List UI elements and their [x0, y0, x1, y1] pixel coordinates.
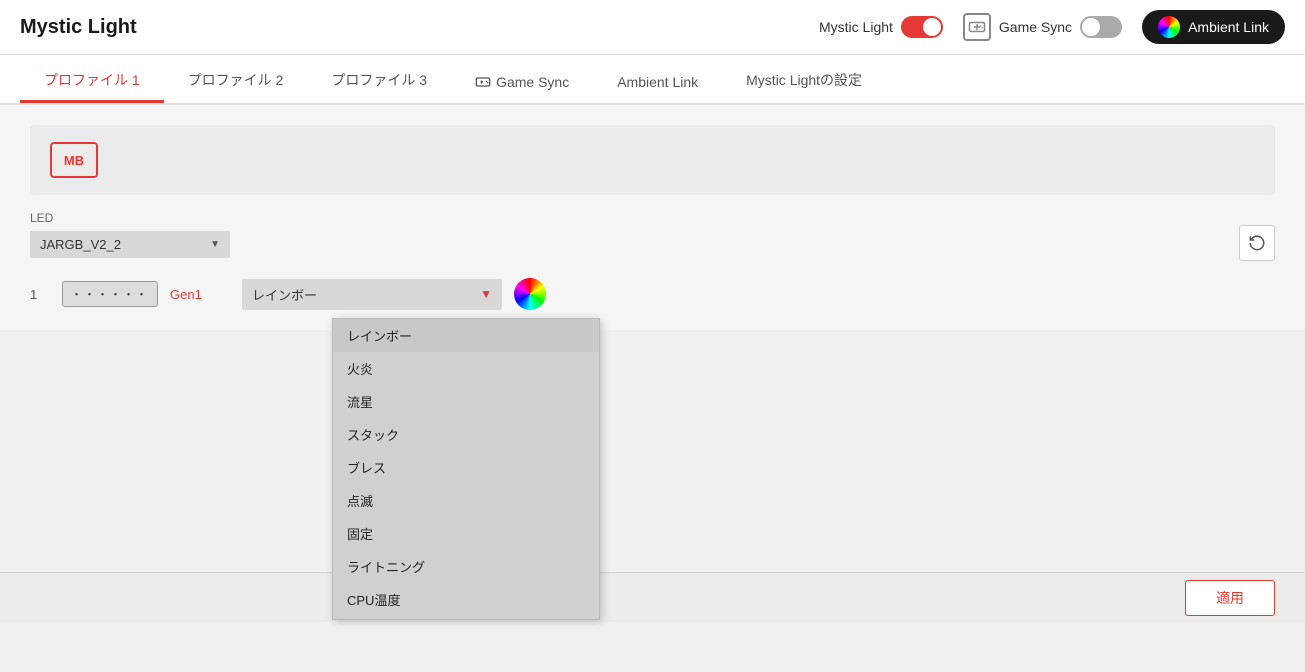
ambient-link-icon [1158, 16, 1180, 38]
list-item[interactable]: 流星 [333, 385, 599, 418]
mb-badge: MB [50, 142, 98, 178]
color-wheel-button[interactable] [514, 278, 546, 310]
led-section: LED JARGB_V2_2 ▼ [30, 211, 1275, 258]
game-sync-toggle-knob [1082, 18, 1100, 36]
list-item[interactable]: CPU温度 [333, 583, 599, 616]
tab-profile2[interactable]: プロファイル 2 [164, 60, 308, 103]
effect-dropdown-value: レインボー [252, 285, 317, 304]
apply-button[interactable]: 適用 [1185, 580, 1275, 616]
tab-profile1[interactable]: プロファイル 1 [20, 60, 164, 103]
gamesync-tab-icon [475, 74, 491, 90]
list-item[interactable]: ブレス [333, 451, 599, 484]
list-item[interactable]: スタック [333, 418, 599, 451]
list-item[interactable]: 点滅 [333, 484, 599, 517]
mystic-light-label: Mystic Light [819, 19, 893, 35]
led-label: LED [30, 211, 1275, 225]
led-strip-icon: ・・・・・・ [62, 281, 158, 307]
game-sync-toggle[interactable] [1080, 16, 1122, 38]
device-area: MB [30, 125, 1275, 195]
game-sync-icon [963, 13, 991, 41]
device-name: Gen1 [170, 287, 230, 302]
list-item[interactable]: レインボー [333, 319, 599, 352]
list-item[interactable]: 火炎 [333, 352, 599, 385]
header-controls: Mystic Light Game Sync Ambien [819, 10, 1285, 44]
tab-gamesync[interactable]: Game Sync [451, 64, 593, 103]
mystic-light-toggle[interactable] [901, 16, 943, 38]
bottom-bar: 適用 [0, 572, 1305, 622]
tabs-bar: プロファイル 1 プロファイル 2 プロファイル 3 Game Sync Amb… [0, 55, 1305, 105]
content-wrapper: プロファイル 1 プロファイル 2 プロファイル 3 Game Sync Amb… [0, 55, 1305, 622]
toggle-knob [923, 18, 941, 36]
row-number: 1 [30, 287, 50, 302]
game-sync-toggle-group: Game Sync [963, 13, 1122, 41]
reset-icon [1248, 234, 1266, 252]
tab-profile3[interactable]: プロファイル 3 [307, 60, 451, 103]
dropdown-list-container: レインボー 火炎 流星 スタック ブレス 点滅 固定 ライトニング CPU温度 … [332, 318, 600, 620]
reset-button[interactable] [1239, 225, 1275, 261]
mystic-light-toggle-group: Mystic Light [819, 16, 943, 38]
main-content: MB LED JARGB_V2_2 ▼ 1 ・・・・・・ Gen1 レ [0, 105, 1305, 330]
effect-dropdown-arrow: ▼ [480, 287, 492, 301]
list-item[interactable]: コンサート [333, 616, 599, 619]
app-title: Mystic Light [20, 16, 819, 39]
led-dropdown-value: JARGB_V2_2 [40, 237, 121, 252]
led-dropdown[interactable]: JARGB_V2_2 ▼ [30, 231, 230, 258]
led-row: 1 ・・・・・・ Gen1 レインボー ▼ レインボー 火炎 流星 スタック ブ… [30, 278, 1275, 310]
list-item[interactable]: ライトニング [333, 550, 599, 583]
ambient-link-button[interactable]: Ambient Link [1142, 10, 1285, 44]
tab-ambientlink[interactable]: Ambient Link [593, 64, 722, 103]
list-item[interactable]: 固定 [333, 517, 599, 550]
titlebar: Mystic Light Mystic Light Game Sync [0, 0, 1305, 55]
led-dropdown-arrow: ▼ [210, 239, 220, 250]
game-sync-label: Game Sync [999, 19, 1072, 35]
tab-settings[interactable]: Mystic Lightの設定 [722, 60, 886, 103]
dropdown-list: レインボー 火炎 流星 スタック ブレス 点滅 固定 ライトニング CPU温度 … [333, 319, 599, 619]
effect-dropdown[interactable]: レインボー ▼ [242, 279, 502, 310]
ambient-link-label: Ambient Link [1188, 19, 1269, 35]
